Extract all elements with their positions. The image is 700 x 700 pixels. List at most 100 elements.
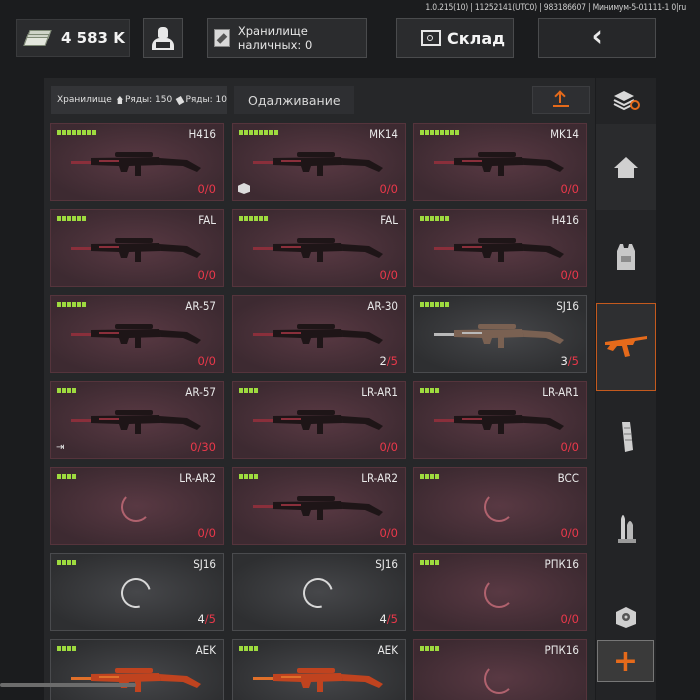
- item-card[interactable]: SJ16 4/5: [232, 553, 406, 631]
- item-count: 0/30: [190, 440, 216, 454]
- item-count: 0/0: [560, 182, 579, 196]
- item-count: 0/0: [560, 612, 579, 626]
- item-card[interactable]: LR-AR2 0/0: [232, 467, 406, 545]
- vest-icon: [617, 244, 635, 270]
- storage-panel: Хранилище Ряды: 150 Ряды: 10 Одалживание…: [44, 78, 595, 700]
- item-card[interactable]: AR-30 2/5: [232, 295, 406, 373]
- item-card[interactable]: РПК16 0/0: [413, 553, 587, 631]
- item-count: 0/0: [560, 526, 579, 540]
- item-name: AEK: [195, 643, 216, 657]
- storage-label: Хранилище: [57, 95, 112, 105]
- item-card[interactable]: H416 0/0: [50, 123, 224, 201]
- sidebar-item-armor[interactable]: [596, 214, 656, 300]
- weapon-icon: [71, 238, 201, 262]
- item-name: AR-30: [367, 299, 398, 313]
- item-card[interactable]: AR-57 0/30 ⇥: [50, 381, 224, 459]
- item-name: MK14: [550, 127, 579, 141]
- level-bars: [57, 474, 76, 479]
- item-name: SJ16: [375, 557, 398, 571]
- back-button[interactable]: ‹: [538, 18, 656, 58]
- level-bars: [420, 474, 439, 479]
- cash-storage-label: Хранилище наличных: 0: [237, 24, 313, 52]
- loading-spinner-icon: [484, 578, 514, 608]
- ammo-icon: [618, 515, 636, 543]
- weapon-icon: [253, 152, 383, 176]
- rifle-icon: [605, 336, 647, 357]
- weapon-icon: [434, 152, 564, 176]
- tab-loan[interactable]: Одалживание: [234, 86, 354, 114]
- item-count: 0/0: [560, 268, 579, 282]
- item-count: 0/0: [560, 440, 579, 454]
- item-name: FAL: [198, 213, 216, 227]
- weapon-icon: [253, 238, 383, 262]
- item-card[interactable]: H416 0/0: [413, 209, 587, 287]
- sidebar-item-magazines[interactable]: [596, 394, 656, 480]
- money-display: 4 583 K: [16, 19, 130, 57]
- item-name: SJ16: [193, 557, 216, 571]
- horizontal-scrollbar[interactable]: [0, 683, 136, 687]
- item-name: AEK: [377, 643, 398, 657]
- item-card[interactable]: FAL 0/0: [232, 209, 406, 287]
- item-name: AR-57: [185, 299, 216, 313]
- item-name: MK14: [369, 127, 398, 141]
- weapon-icon: [253, 668, 383, 692]
- add-button[interactable]: +: [597, 640, 654, 682]
- weapon-icon: [71, 324, 201, 348]
- sidebar-item-ammo[interactable]: [596, 484, 656, 570]
- item-card[interactable]: LR-AR2 0/0: [50, 467, 224, 545]
- sidebar-item-stack[interactable]: [596, 78, 656, 122]
- rows-ticket: Ряды: 10: [185, 95, 227, 105]
- sidebar-item-home[interactable]: [596, 124, 656, 210]
- item-name: H416: [188, 127, 216, 141]
- weapon-icon: [434, 324, 564, 348]
- item-card[interactable]: РПК16: [413, 639, 587, 700]
- weapon-icon: [71, 410, 201, 434]
- item-card[interactable]: FAL 0/0: [50, 209, 224, 287]
- item-count: 0/0: [197, 354, 216, 368]
- item-card[interactable]: AEK: [232, 639, 406, 700]
- category-sidebar: [596, 78, 656, 700]
- export-icon: ⇥: [56, 442, 65, 453]
- item-card[interactable]: MK14 0/0: [232, 123, 406, 201]
- loading-spinner-icon: [115, 572, 157, 614]
- loading-spinner-icon: [484, 664, 514, 694]
- item-name: РПК16: [544, 557, 579, 571]
- level-bars: [420, 388, 439, 393]
- item-name: LR-AR1: [542, 385, 579, 399]
- level-bars: [239, 388, 258, 393]
- item-card[interactable]: MK14 0/0: [413, 123, 587, 201]
- item-count: 0/0: [379, 182, 398, 196]
- warehouse-label: Склад: [447, 28, 506, 48]
- tab-storage[interactable]: Хранилище Ряды: 150 Ряды: 10: [51, 86, 227, 114]
- item-name: LR-AR2: [179, 471, 216, 485]
- item-card[interactable]: AR-57 0/0: [50, 295, 224, 373]
- chevron-left-icon: ‹: [591, 18, 603, 54]
- item-name: AR-57: [185, 385, 216, 399]
- warehouse-button[interactable]: Склад: [396, 18, 514, 58]
- home-icon: [614, 157, 638, 178]
- item-card[interactable]: LR-AR1 0/0: [413, 381, 587, 459]
- level-bars: [57, 216, 86, 221]
- house-icon: [116, 96, 123, 104]
- item-card[interactable]: BCC 0/0: [413, 467, 587, 545]
- level-bars: [57, 302, 86, 307]
- item-card[interactable]: AEK: [50, 639, 224, 700]
- item-count: 3/5: [560, 354, 579, 368]
- level-bars: [239, 216, 268, 221]
- item-card[interactable]: SJ16 3/5: [413, 295, 587, 373]
- weapon-icon: [434, 238, 564, 262]
- sort-icon: [553, 93, 569, 107]
- level-bars: [57, 388, 76, 393]
- rows-house: Ряды: 150: [124, 95, 173, 105]
- item-card[interactable]: SJ16 4/5: [50, 553, 224, 631]
- level-bars: [420, 302, 449, 307]
- wallet-icon: [214, 29, 230, 47]
- item-card[interactable]: LR-AR1 0/0: [232, 381, 406, 459]
- sidebar-item-weapons[interactable]: [596, 303, 656, 391]
- loading-spinner-icon: [121, 492, 151, 522]
- storage-subheader: Хранилище Ряды: 150 Ряды: 10 Одалживание: [51, 86, 591, 114]
- item-name: BCC: [557, 471, 579, 485]
- profile-button[interactable]: [143, 18, 183, 58]
- sort-button[interactable]: [532, 86, 590, 114]
- cash-storage-button[interactable]: Хранилище наличных: 0: [207, 18, 367, 58]
